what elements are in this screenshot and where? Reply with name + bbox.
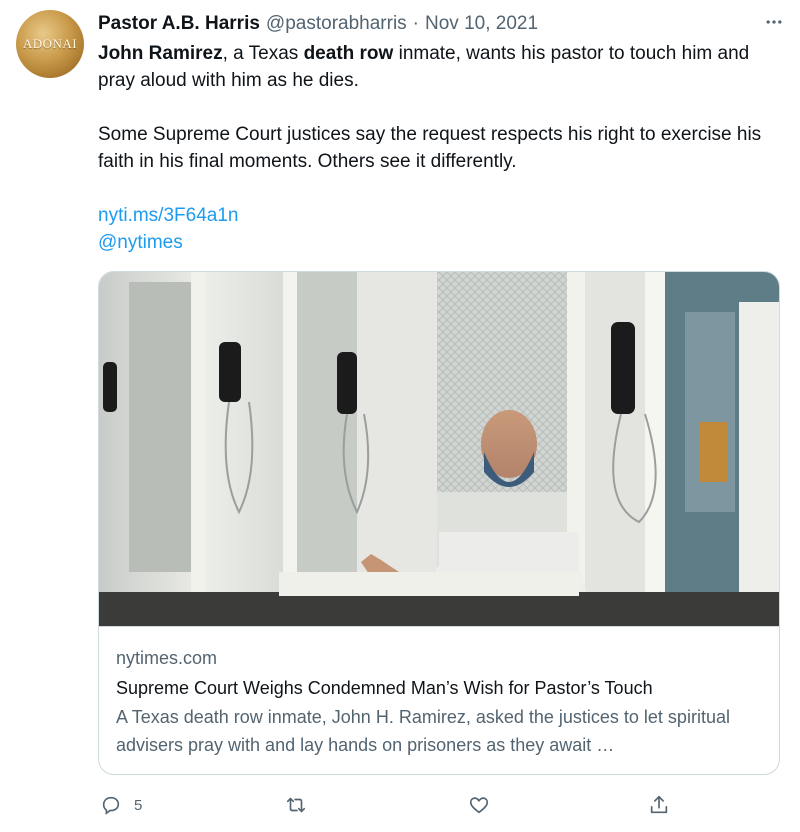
card-meta: nytimes.com Supreme Court Weighs Condemn…: [116, 645, 766, 759]
link-preview-card[interactable]: nytimes.com Supreme Court Weighs Condemn…: [98, 271, 780, 775]
heart-icon: [469, 797, 489, 814]
share-icon: [650, 795, 668, 814]
like-button[interactable]: [468, 790, 490, 820]
author-name[interactable]: Pastor A.B. Harris: [98, 13, 260, 35]
retweet-button[interactable]: [285, 790, 307, 820]
tweet-header: Pastor A.B. Harris @pastorabharris · Nov…: [98, 12, 788, 36]
avatar[interactable]: ADONAI: [16, 10, 84, 78]
reply-button[interactable]: 5: [100, 790, 142, 820]
text-span: , a Texas: [222, 43, 304, 64]
reply-icon: [102, 796, 120, 815]
share-button[interactable]: [648, 790, 670, 820]
retweet-icon: [286, 797, 306, 813]
card-image: [99, 272, 779, 627]
card-domain: nytimes.com: [116, 648, 218, 668]
card-title: Supreme Court Weighs Condemned Man’s Wis…: [116, 678, 653, 698]
tweet-text: John Ramirez, a Texas death row inmate, …: [98, 40, 788, 256]
ellipsis-icon: [766, 20, 782, 24]
tweet-actions: 5: [98, 790, 698, 820]
tweet-paragraph-1: John Ramirez, a Texas death row inmate, …: [98, 40, 788, 94]
bold-name: John Ramirez: [98, 43, 223, 64]
prison-visitation-photo: [99, 272, 779, 626]
avatar-logo-text: ADONAI: [22, 36, 78, 51]
tweet[interactable]: ADONAI Pastor A.B. Harris @pastorabharri…: [0, 0, 800, 832]
header-separator: ·: [412, 13, 419, 34]
card-description: A Texas death row inmate, John H. Ramire…: [116, 707, 730, 755]
tweet-date[interactable]: Nov 10, 2021: [425, 13, 538, 35]
bold-phrase: death row: [303, 43, 394, 64]
short-link[interactable]: nyti.ms/3F64a1n: [98, 202, 788, 229]
mention-link[interactable]: @nytimes: [98, 229, 788, 256]
tweet-paragraph-2: Some Supreme Court justices say the requ…: [98, 124, 762, 172]
reply-count: 5: [134, 796, 143, 814]
author-handle[interactable]: @pastorabharris: [266, 13, 407, 35]
more-options-button[interactable]: [760, 8, 788, 36]
